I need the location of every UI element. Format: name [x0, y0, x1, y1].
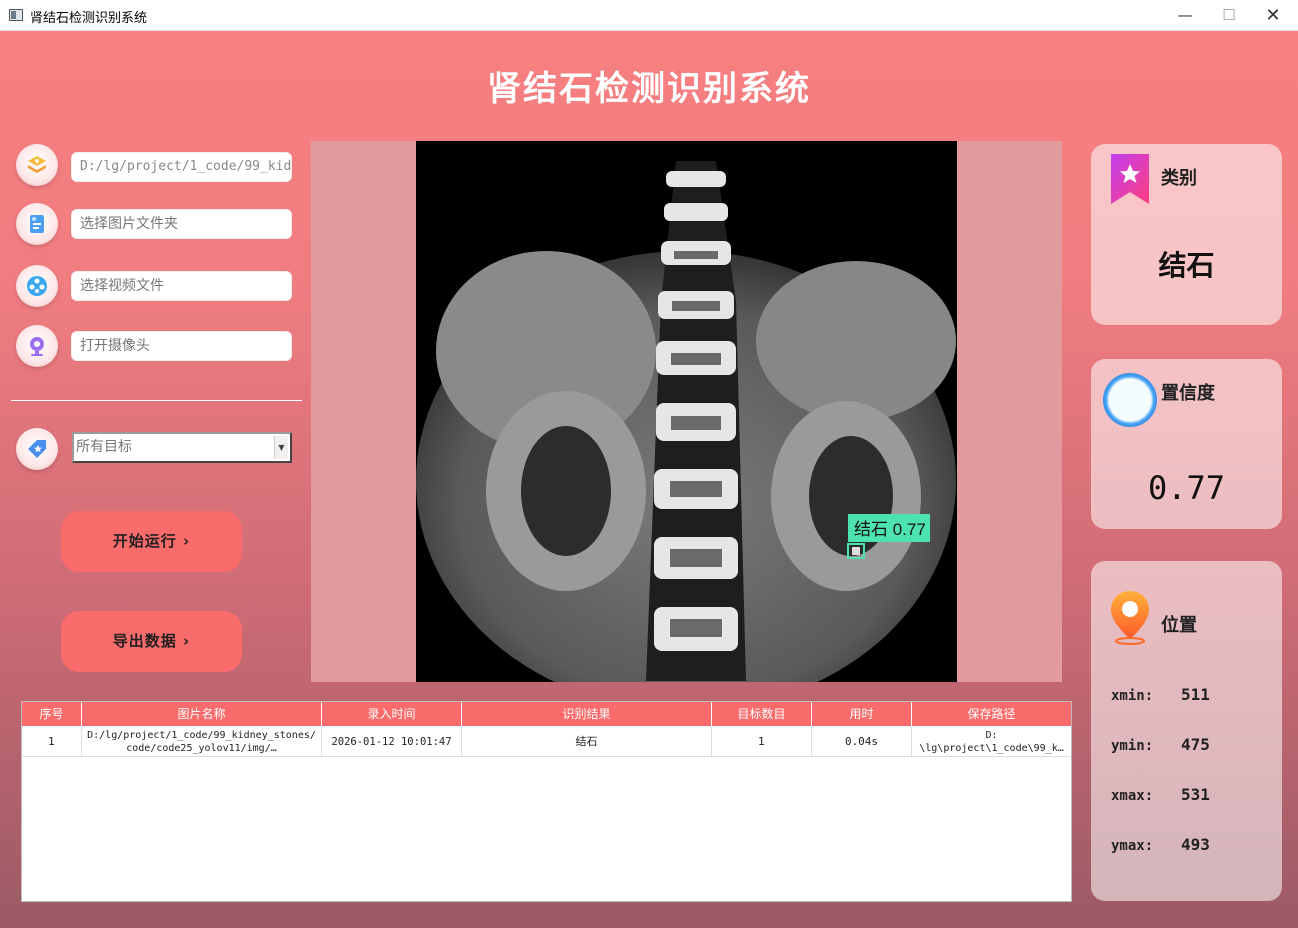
class-value: 结石	[1158, 249, 1215, 282]
minimize-button[interactable]: —	[1162, 0, 1208, 31]
cell-time: 2026-01-12 10:01:47	[322, 727, 462, 757]
video-file-icon[interactable]	[16, 265, 58, 307]
header-index[interactable]: 序号	[22, 702, 82, 726]
xmax-value: 531	[1181, 785, 1210, 804]
bookmark-star-icon	[1111, 154, 1149, 204]
camera-field[interactable]: 打开摄像头	[71, 331, 292, 361]
main-panel: 肾结石检测识别系统 D:/lg/project/1_code/99_kidney…	[0, 31, 1298, 928]
ymin-key: ymin:	[1111, 738, 1154, 754]
target-select-value: 所有目标	[76, 439, 132, 455]
ymax-key: ymax:	[1111, 838, 1154, 854]
camera-icon[interactable]	[16, 325, 58, 367]
cell-result: 结石	[462, 727, 712, 757]
image-viewer: 结石 0.77	[311, 141, 1062, 682]
window-titlebar: 肾结石检测识别系统 — ☐ ✕	[0, 0, 1298, 31]
close-button[interactable]: ✕	[1250, 0, 1296, 31]
chevron-down-icon[interactable]: ▼	[274, 436, 288, 459]
table-header: 序号 图片名称 录入时间 识别结果 目标数目 用时 保存路径	[22, 702, 1071, 726]
ymax-row: ymax: 493	[1111, 835, 1210, 854]
sidebar-divider	[11, 400, 302, 401]
confidence-label: 置信度	[1161, 383, 1215, 404]
start-button[interactable]: 开始运行 ›	[61, 511, 242, 572]
header-save-path[interactable]: 保存路径	[912, 702, 1071, 726]
cell-image-name-line1: D:/lg/project/1_code/99_kidney_stones/	[87, 730, 316, 741]
location-pin-icon	[1111, 591, 1149, 645]
cell-image-name: D:/lg/project/1_code/99_kidney_stones/ c…	[82, 727, 322, 757]
xmax-row: xmax: 531	[1111, 785, 1210, 804]
cell-save-path: D: \lg\project\1_code\99_k…	[912, 727, 1071, 757]
cell-save-path-line2: \lg\project\1_code\99_k…	[919, 743, 1064, 754]
target-tag-icon	[16, 428, 58, 470]
window-title: 肾结石检测识别系统	[30, 11, 148, 26]
cell-save-path-line1: D:	[985, 730, 998, 741]
image-folder-icon[interactable]	[16, 203, 58, 245]
cell-count: 1	[712, 727, 812, 757]
image-folder-field[interactable]: 选择图片文件夹	[71, 209, 292, 239]
class-card: 类别 结石	[1091, 144, 1282, 325]
table-row[interactable]: 1 D:/lg/project/1_code/99_kidney_stones/…	[22, 727, 1071, 757]
ymin-value: 475	[1181, 735, 1210, 754]
confidence-ring-icon	[1103, 373, 1157, 427]
xmin-key: xmin:	[1111, 688, 1154, 704]
ymin-row: ymin: 475	[1111, 735, 1210, 754]
position-card: 位置 xmin: 511 ymin: 475 xmax: 531 ymax: 493	[1091, 561, 1282, 901]
target-select[interactable]: 所有目标 ▼	[72, 432, 292, 463]
confidence-card: 置信度 0.77	[1091, 359, 1282, 529]
ct-scan-image: 结石 0.77	[416, 141, 957, 682]
app-icon	[9, 9, 23, 21]
video-file-field[interactable]: 选择视频文件	[71, 271, 292, 301]
detection-label: 结石 0.77	[854, 520, 926, 539]
class-label: 类别	[1161, 168, 1197, 189]
export-button[interactable]: 导出数据 ›	[61, 611, 242, 672]
xmin-row: xmin: 511	[1111, 685, 1210, 704]
results-table: 序号 图片名称 录入时间 识别结果 目标数目 用时 保存路径 1 D:/lg/p…	[21, 701, 1072, 902]
xmax-key: xmax:	[1111, 788, 1154, 804]
header-image-name[interactable]: 图片名称	[82, 702, 322, 726]
cell-image-name-line2: code/code25_yolov11/img/…	[126, 743, 277, 754]
model-path-field[interactable]: D:/lg/project/1_code/99_kidney_stones/	[71, 152, 292, 182]
model-file-icon[interactable]	[16, 144, 58, 186]
header-elapsed[interactable]: 用时	[812, 702, 912, 726]
app-title: 肾结石检测识别系统	[487, 69, 811, 109]
cell-index: 1	[22, 727, 82, 757]
header-result[interactable]: 识别结果	[462, 702, 712, 726]
header-time[interactable]: 录入时间	[322, 702, 462, 726]
header-count[interactable]: 目标数目	[712, 702, 812, 726]
ymax-value: 493	[1181, 835, 1210, 854]
confidence-value: 0.77	[1147, 469, 1226, 507]
maximize-button[interactable]: ☐	[1206, 0, 1252, 31]
xmin-value: 511	[1181, 685, 1210, 704]
position-label: 位置	[1161, 615, 1197, 636]
cell-elapsed: 0.04s	[812, 727, 912, 757]
